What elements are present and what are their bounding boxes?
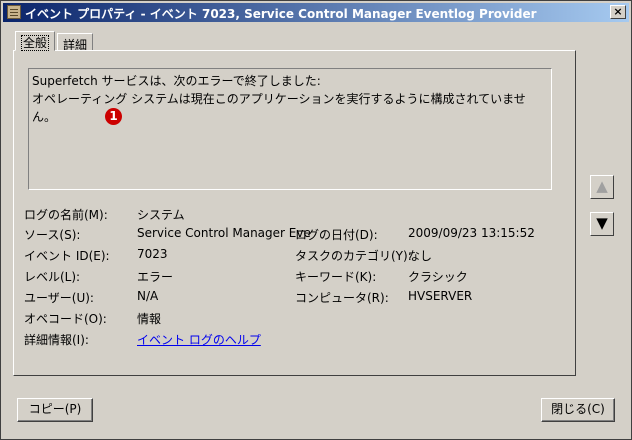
previous-event-button[interactable]: ▲ [590,175,614,199]
keywords-value: クラシック [408,270,468,284]
arrow-down-icon: ▼ [596,214,608,232]
event-id-value: 7023 [137,247,168,261]
source-value: Service Control Manager Eve [137,226,311,240]
user-label: ユーザー(U): [24,291,94,305]
task-category-value: なし [408,249,433,263]
user-value: N/A [137,289,159,303]
level-label: レベル(L): [24,270,81,284]
computer-label: コンピュータ(R): [295,291,389,305]
event-id-label: イベント ID(E): [24,249,110,263]
event-properties-window: イベント プロパティ - イベント 7023, Service Control … [0,0,632,440]
log-date-value: 2009/09/23 13:15:52 [408,226,535,240]
next-event-button[interactable]: ▼ [590,212,614,236]
tab-general[interactable]: 全般 [15,31,56,51]
event-description[interactable]: Superfetch サービスは、次のエラーで終了しました: オペレーティング … [28,68,552,190]
event-log-help-link[interactable]: イベント ログのヘルプ [137,331,261,348]
more-info-label: 詳細情報(I): [24,333,89,347]
opcode-value: 情報 [137,312,162,326]
close-window-button[interactable]: × [610,5,626,19]
log-name-value: システム [137,208,185,222]
task-category-label: タスクのカテゴリ(Y): [295,249,412,263]
window-title: イベント プロパティ - イベント 7023, Service Control … [25,7,537,21]
tab-details[interactable]: 詳細 [57,33,94,52]
keywords-label: キーワード(K): [295,270,377,284]
copy-button[interactable]: コピー(P) [17,398,93,422]
tab-general-label: 全般 [21,35,50,51]
annotation-marker: 1 [105,108,122,125]
description-line-1: Superfetch サービスは、次のエラーで終了しました: [32,74,321,88]
level-value: エラー [137,270,174,284]
title-bar[interactable]: イベント プロパティ - イベント 7023, Service Control … [3,3,629,22]
opcode-label: オペコード(O): [24,312,107,326]
computer-value: HVSERVER [408,289,473,303]
event-viewer-icon [7,5,21,19]
close-button[interactable]: 閉じる(C) [541,398,615,422]
source-label: ソース(S): [24,228,81,242]
log-name-label: ログの名前(M): [24,208,108,222]
log-date-label: ログの日付(D): [295,228,378,242]
arrow-up-icon: ▲ [596,177,608,195]
